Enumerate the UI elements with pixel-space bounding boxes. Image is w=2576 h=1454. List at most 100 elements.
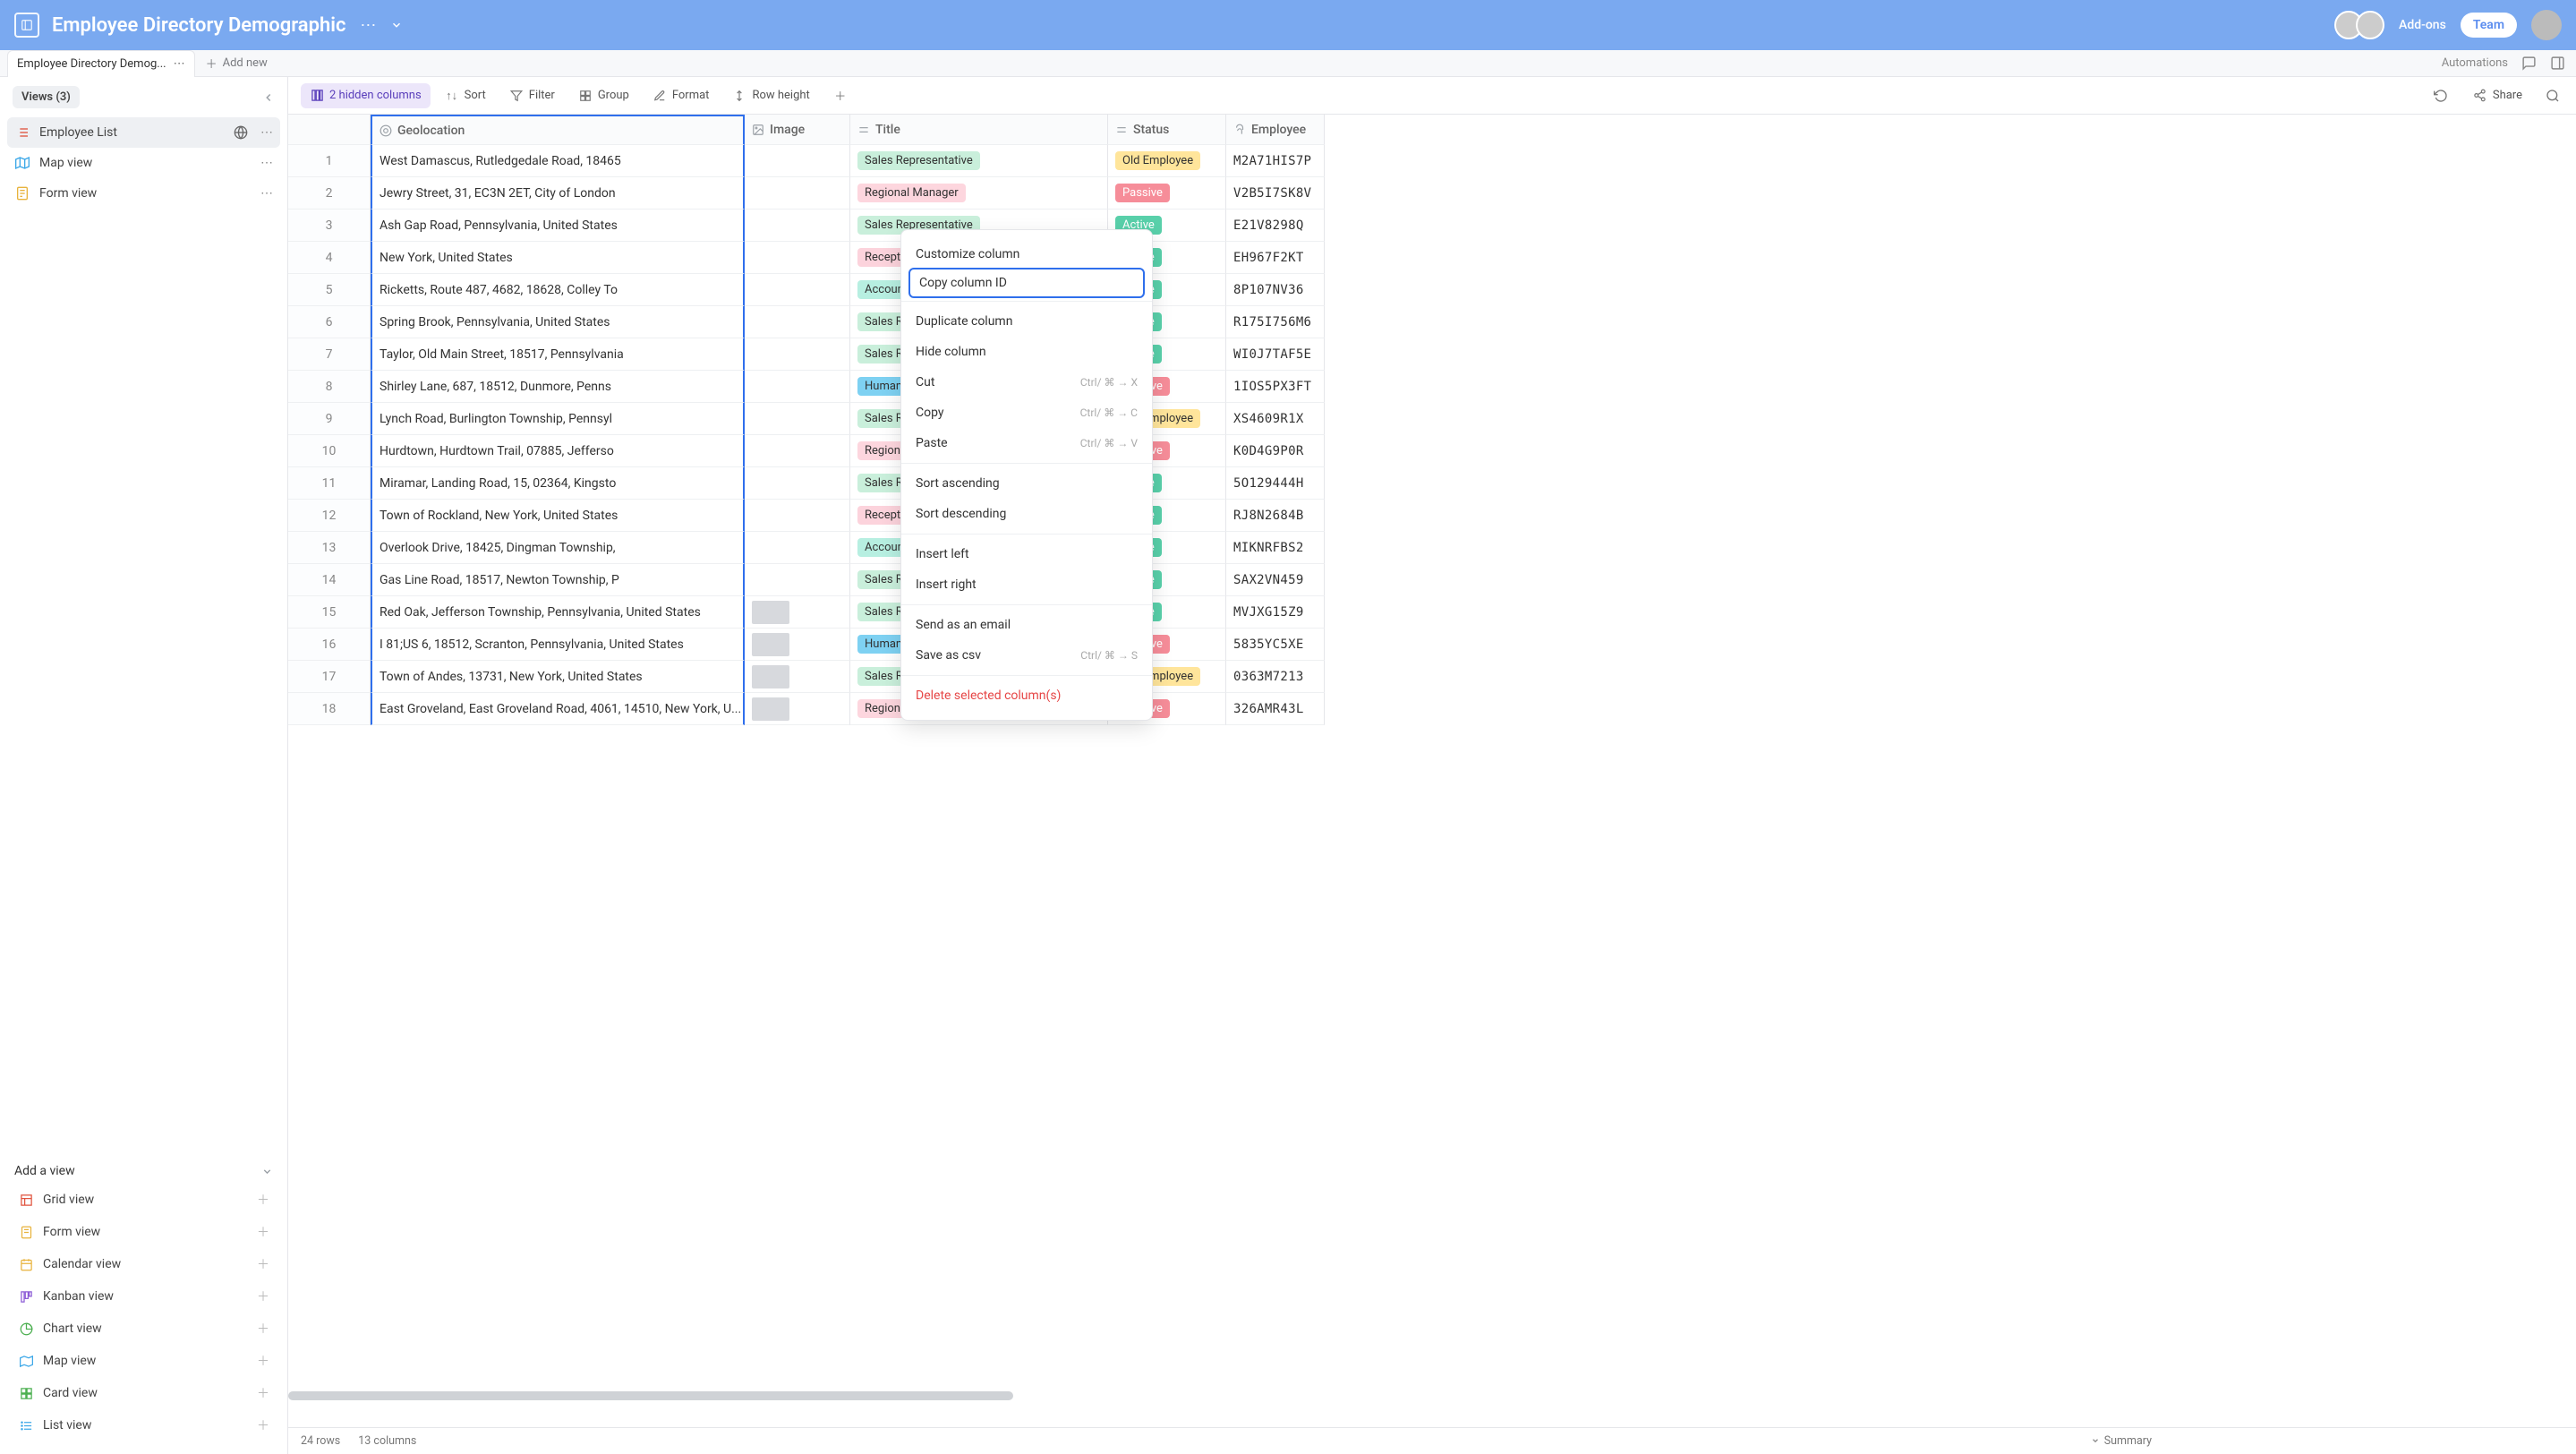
- cell-image[interactable]: [745, 242, 850, 274]
- title-more-icon[interactable]: ⋯: [360, 16, 376, 35]
- undo-icon[interactable]: [2434, 89, 2448, 103]
- row-number[interactable]: 6: [288, 306, 371, 338]
- cell-employee-id[interactable]: 5O129444H: [1226, 467, 1325, 500]
- item-more-icon[interactable]: ⋯: [260, 186, 273, 201]
- row-number[interactable]: 2: [288, 177, 371, 210]
- group-button[interactable]: Group: [569, 83, 638, 108]
- cell-image[interactable]: [745, 596, 850, 629]
- cell-image[interactable]: [745, 403, 850, 435]
- cell-employee-id[interactable]: MVJXG15Z9: [1226, 596, 1325, 629]
- row-height-button[interactable]: Row height: [723, 83, 818, 108]
- ctx-insert-right[interactable]: Insert right: [901, 569, 1152, 600]
- ctx-sort-asc[interactable]: Sort ascending: [901, 468, 1152, 499]
- add-new-tab[interactable]: ＋ Add new: [206, 55, 268, 72]
- cell-image[interactable]: [745, 177, 850, 210]
- ctx-sort-desc[interactable]: Sort descending: [901, 499, 1152, 529]
- cell-employee-id[interactable]: V2B5I7SK8V: [1226, 177, 1325, 210]
- ctx-cut[interactable]: CutCtrl/ ⌘ → X: [901, 367, 1152, 398]
- collapse-sidebar-icon[interactable]: [262, 91, 275, 104]
- cell-employee-id[interactable]: R175I756M6: [1226, 306, 1325, 338]
- add-view-kanban-view[interactable]: Kanban view＋: [13, 1280, 275, 1313]
- cell-geolocation[interactable]: Miramar, Landing Road, 15, 02364, Kingst…: [371, 467, 745, 500]
- row-number[interactable]: 12: [288, 500, 371, 532]
- row-number[interactable]: 11: [288, 467, 371, 500]
- tab[interactable]: Employee Directory Demog... ⋯: [7, 50, 195, 77]
- hidden-columns-button[interactable]: 2 hidden columns: [301, 83, 431, 108]
- add-view-chart-view[interactable]: Chart view＋: [13, 1313, 275, 1345]
- cell-employee-id[interactable]: EH967F2KT: [1226, 242, 1325, 274]
- cell-image[interactable]: [745, 532, 850, 564]
- row-number[interactable]: 7: [288, 338, 371, 371]
- cell-geolocation[interactable]: West Damascus, Rutledgedale Road, 18465: [371, 145, 745, 177]
- row-number[interactable]: 1: [288, 145, 371, 177]
- row-number[interactable]: 3: [288, 210, 371, 242]
- ctx-send-email[interactable]: Send as an email: [901, 610, 1152, 640]
- app-icon[interactable]: [14, 13, 39, 38]
- cell-geolocation[interactable]: New York, United States: [371, 242, 745, 274]
- cell-image[interactable]: [745, 661, 850, 693]
- add-view-list-view[interactable]: List view＋: [13, 1409, 275, 1441]
- item-more-icon[interactable]: ⋯: [260, 125, 273, 140]
- ctx-customize-column[interactable]: Customize column: [901, 239, 1152, 269]
- cell-employee-id[interactable]: 0363M7213: [1226, 661, 1325, 693]
- comments-icon[interactable]: [2521, 56, 2537, 72]
- cell-title[interactable]: Sales Representative: [850, 145, 1108, 177]
- cell-image[interactable]: [745, 338, 850, 371]
- column-header-geolocation[interactable]: Geolocation: [371, 115, 745, 145]
- cell-employee-id[interactable]: SAX2VN459: [1226, 564, 1325, 596]
- column-header-title[interactable]: Title: [850, 115, 1108, 145]
- cell-image[interactable]: [745, 306, 850, 338]
- cell-employee-id[interactable]: 326AMR43L: [1226, 693, 1325, 725]
- title-chevron-icon[interactable]: [390, 19, 403, 31]
- user-avatar[interactable]: [2531, 10, 2562, 40]
- cell-geolocation[interactable]: Gas Line Road, 18517, Newton Township, P: [371, 564, 745, 596]
- row-number[interactable]: 18: [288, 693, 371, 725]
- cell-title[interactable]: Regional Manager: [850, 177, 1108, 210]
- cell-geolocation[interactable]: Jewry Street, 31, EC3N 2ET, City of Lond…: [371, 177, 745, 210]
- cell-image[interactable]: [745, 467, 850, 500]
- cell-employee-id[interactable]: XS4609R1X: [1226, 403, 1325, 435]
- add-view-calendar-view[interactable]: Calendar view＋: [13, 1248, 275, 1280]
- cell-employee-id[interactable]: RJ8N2684B: [1226, 500, 1325, 532]
- cell-image[interactable]: [745, 371, 850, 403]
- add-column-button[interactable]: ＋: [824, 83, 857, 108]
- column-header-employee[interactable]: Employee: [1226, 115, 1325, 145]
- filter-button[interactable]: Filter: [500, 83, 564, 108]
- cell-image[interactable]: [745, 564, 850, 596]
- horizontal-scrollbar[interactable]: [288, 1391, 1013, 1400]
- views-pill[interactable]: Views (3): [13, 86, 80, 108]
- row-number[interactable]: 17: [288, 661, 371, 693]
- cell-image[interactable]: [745, 210, 850, 242]
- sidebar-item-form-view[interactable]: Form view ⋯: [7, 178, 280, 209]
- cell-employee-id[interactable]: MIKNRFBS2: [1226, 532, 1325, 564]
- cell-image[interactable]: [745, 500, 850, 532]
- cell-image[interactable]: [745, 693, 850, 725]
- cell-employee-id[interactable]: 1IOS5PX3FT: [1226, 371, 1325, 403]
- column-header-image[interactable]: Image: [745, 115, 850, 145]
- item-more-icon[interactable]: ⋯: [260, 156, 273, 170]
- cell-image[interactable]: [745, 435, 850, 467]
- cell-employee-id[interactable]: 8P107NV36: [1226, 274, 1325, 306]
- data-grid[interactable]: Geolocation Image Title: [288, 115, 2576, 725]
- addons-button[interactable]: Add-ons: [2399, 18, 2446, 32]
- tab-more-icon[interactable]: ⋯: [174, 57, 185, 71]
- ctx-delete-columns[interactable]: Delete selected column(s): [901, 680, 1152, 711]
- add-view-form-view[interactable]: Form view＋: [13, 1216, 275, 1248]
- row-number[interactable]: 4: [288, 242, 371, 274]
- sidebar-item-map-view[interactable]: Map view ⋯: [7, 148, 280, 178]
- ctx-hide-column[interactable]: Hide column: [901, 337, 1152, 367]
- row-number[interactable]: 16: [288, 629, 371, 661]
- cell-geolocation[interactable]: East Groveland, East Groveland Road, 406…: [371, 693, 745, 725]
- add-view-toggle[interactable]: Add a view: [13, 1159, 275, 1184]
- ctx-copy[interactable]: CopyCtrl/ ⌘ → C: [901, 398, 1152, 428]
- share-button[interactable]: Share: [2464, 83, 2531, 108]
- cell-geolocation[interactable]: I 81;US 6, 18512, Scranton, Pennsylvania…: [371, 629, 745, 661]
- row-number[interactable]: 9: [288, 403, 371, 435]
- cell-geolocation[interactable]: Spring Brook, Pennsylvania, United State…: [371, 306, 745, 338]
- sidebar-item-employee-list[interactable]: Employee List ⋯: [7, 117, 280, 148]
- cell-geolocation[interactable]: Lynch Road, Burlington Township, Pennsyl: [371, 403, 745, 435]
- row-number[interactable]: 5: [288, 274, 371, 306]
- row-number[interactable]: 10: [288, 435, 371, 467]
- add-view-map-view[interactable]: Map view＋: [13, 1345, 275, 1377]
- sort-button[interactable]: ↑↓ Sort: [436, 83, 495, 108]
